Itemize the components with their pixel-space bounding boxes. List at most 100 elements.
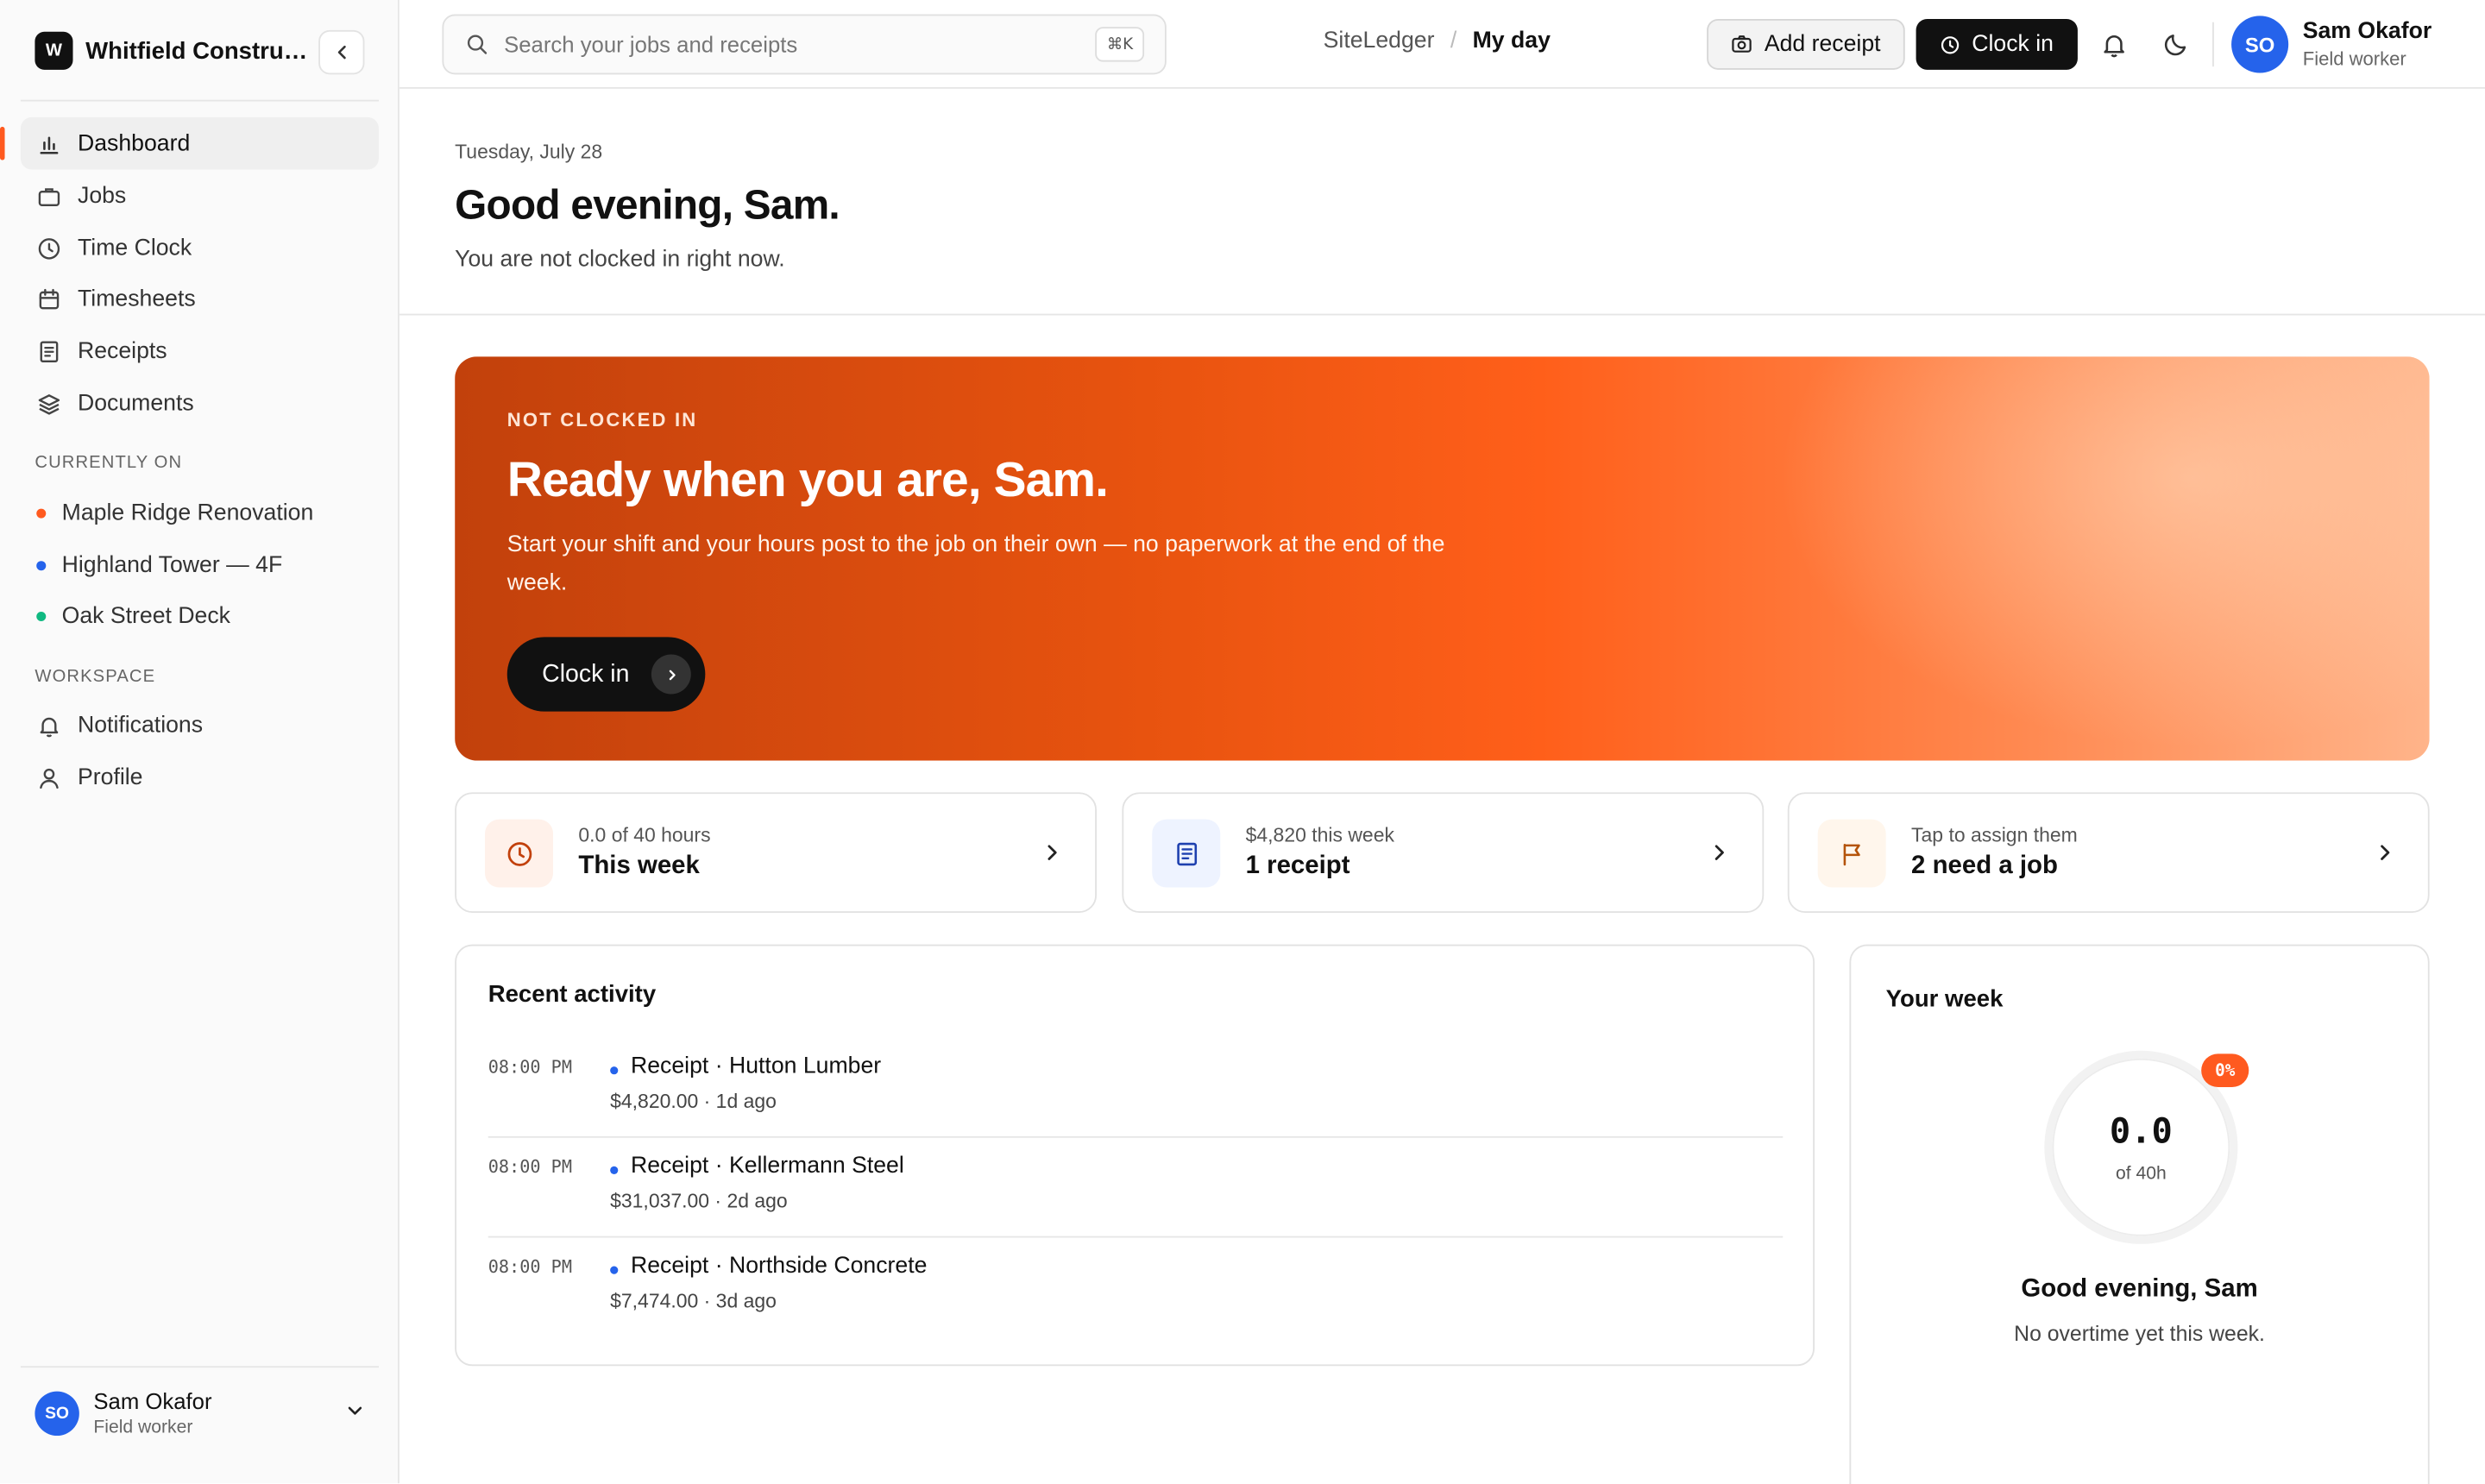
- hero-title: Ready when you are, Sam.: [506, 451, 1109, 507]
- sidebar-item-profile[interactable]: Profile: [21, 751, 379, 804]
- sidebar-user-menu[interactable]: SO Sam Okafor Field worker: [35, 1388, 368, 1437]
- sidebar-job-highland-tower[interactable]: Highland Tower — 4F: [21, 538, 379, 591]
- add-receipt-label: Add receipt: [1764, 31, 1881, 58]
- activity-title: Receipt · Hutton Lumber: [631, 1053, 882, 1079]
- activity-meta: $7,474.00 · 3d ago: [610, 1290, 777, 1312]
- hours-target: of 40h: [2115, 1164, 2167, 1185]
- brand[interactable]: W Whitfield Construction: [35, 31, 314, 70]
- sidebar-item-label: Notifications: [77, 712, 204, 738]
- avatar: SO: [35, 1390, 79, 1436]
- moon-icon[interactable]: [2161, 30, 2190, 59]
- sidebar-item-receipts[interactable]: Receipts: [21, 325, 379, 378]
- chevron-left-icon: [337, 45, 345, 60]
- sidebar-job-oak-street[interactable]: Oak Street Deck: [21, 589, 379, 642]
- hero-description: Start your shift and your hours post to …: [506, 532, 1445, 596]
- hero-button-label: Clock in: [542, 659, 630, 688]
- collapse-sidebar-button[interactable]: [318, 29, 365, 75]
- clock-icon: [36, 236, 61, 261]
- activity-time: 08:00 PM: [488, 1256, 573, 1278]
- sidebar-item-timesheets[interactable]: Timesheets: [21, 273, 379, 325]
- sidebar: W Whitfield Construction Dashboard Jobs …: [0, 0, 399, 1484]
- breadcrumb-current: My day: [1472, 28, 1551, 54]
- hours-value: 0.0: [2109, 1112, 2173, 1153]
- camera-icon: [1732, 35, 1752, 53]
- stat-main: 1 receipt: [1245, 852, 1350, 880]
- sidebar-item-dashboard[interactable]: Dashboard: [0, 116, 379, 170]
- hero-clock-in-button[interactable]: Clock in: [506, 637, 706, 712]
- overtime-note: No overtime yet this week.: [2014, 1321, 2265, 1346]
- clock-icon: [1941, 35, 1960, 53]
- header-divider: [2212, 22, 2214, 67]
- activity-title: Receipt · Northside Concrete: [631, 1253, 928, 1280]
- briefcase-icon: [36, 183, 61, 208]
- job-color-dot: [36, 560, 47, 570]
- job-color-dot: [36, 507, 47, 518]
- user-icon: [36, 764, 61, 789]
- chevron-right-icon: [1714, 845, 1724, 860]
- stat-main: This week: [578, 852, 700, 880]
- add-receipt-button[interactable]: Add receipt: [1707, 19, 1905, 70]
- header-clock-in-button[interactable]: Clock in: [1916, 19, 2078, 70]
- bar-chart-icon: [36, 131, 61, 156]
- clock-in-label: Clock in: [1972, 31, 2054, 58]
- sidebar-job-maple-ridge[interactable]: Maple Ridge Renovation: [21, 487, 379, 539]
- stat-sub: $4,820 this week: [1245, 824, 1394, 846]
- calendar-icon: [36, 286, 61, 311]
- arrow-right-icon: [651, 654, 691, 695]
- stat-card-unassigned[interactable]: Tap to assign them 2 need a job: [1787, 792, 2430, 913]
- search-input[interactable]: [504, 31, 1075, 58]
- stat-sub: Tap to assign them: [1911, 824, 2078, 846]
- activity-dot: [610, 1266, 619, 1274]
- activity-item[interactable]: 08:00 PM Receipt · Northside Concrete $7…: [488, 1237, 1784, 1337]
- app-root: W Whitfield Construction Dashboard Jobs …: [0, 0, 2485, 1484]
- sidebar-item-label: Receipts: [77, 338, 167, 364]
- breadcrumb-separator: /: [1450, 28, 1457, 54]
- chevron-right-icon: [2381, 845, 2390, 860]
- recent-activity-title: Recent activity: [488, 980, 657, 1009]
- stat-card-receipts[interactable]: $4,820 this week 1 receipt: [1122, 792, 1765, 913]
- your-week-card: Your week 0.0 of 40h 0% Good evening, Sa…: [1849, 944, 2430, 1484]
- sidebar-item-notifications[interactable]: Notifications: [21, 699, 379, 751]
- sidebar-item-documents[interactable]: Documents: [21, 377, 379, 430]
- active-indicator: [0, 126, 5, 160]
- sidebar-divider: [20, 99, 379, 102]
- breadcrumb-root[interactable]: SiteLedger: [1324, 28, 1435, 53]
- activity-time: 08:00 PM: [488, 1156, 573, 1178]
- receipt-icon: [36, 338, 61, 363]
- sidebar-item-label: Jobs: [77, 183, 127, 209]
- stat-card-hours[interactable]: 0.0 of 40 hours This week: [455, 792, 1097, 913]
- clock-in-hero-card: NOT CLOCKED IN Ready when you are, Sam. …: [455, 356, 2430, 761]
- sidebar-item-jobs[interactable]: Jobs: [21, 170, 379, 223]
- sidebar-item-label: Highland Tower — 4F: [61, 552, 283, 578]
- sidebar-item-label: Time Clock: [77, 235, 192, 261]
- search-box[interactable]: ⌘K: [442, 14, 1167, 75]
- page-header-divider: [399, 313, 2485, 316]
- sidebar-item-time-clock[interactable]: Time Clock: [21, 222, 379, 274]
- stat-main: 2 need a job: [1911, 852, 2058, 880]
- search-shortcut-badge: ⌘K: [1095, 27, 1145, 62]
- header-user-name: Sam Okafor: [2302, 19, 2432, 45]
- hero-kicker: NOT CLOCKED IN: [506, 408, 698, 431]
- page-title: Good evening, Sam.: [455, 180, 840, 229]
- brand-logo: W: [35, 31, 73, 70]
- bell-icon: [36, 713, 61, 738]
- stat-sub: 0.0 of 40 hours: [578, 824, 711, 846]
- page-date: Tuesday, July 28: [455, 141, 603, 164]
- header-user-menu[interactable]: SO Sam Okafor Field worker: [2231, 16, 2432, 73]
- activity-dot: [610, 1066, 619, 1075]
- sidebar-item-label: Oak Street Deck: [61, 602, 231, 629]
- workspace-heading: WORKSPACE: [35, 667, 156, 687]
- week-greeting: Good evening, Sam: [2021, 1275, 2258, 1303]
- activity-item[interactable]: 08:00 PM Receipt · Hutton Lumber $4,820.…: [488, 1038, 1784, 1138]
- bell-icon[interactable]: [2100, 30, 2129, 59]
- activity-dot: [610, 1166, 619, 1174]
- sidebar-item-label: Profile: [77, 764, 143, 790]
- sidebar-user-role: Field worker: [93, 1418, 193, 1437]
- sidebar-divider: [20, 1366, 379, 1368]
- clock-icon: [485, 819, 554, 888]
- recent-activity-card: Recent activity 08:00 PM Receipt · Hutto…: [455, 944, 1815, 1367]
- chevron-down-icon: [348, 1406, 362, 1415]
- activity-item[interactable]: 08:00 PM Receipt · Kellermann Steel $31,…: [488, 1138, 1784, 1238]
- activity-meta: $31,037.00 · 2d ago: [610, 1190, 788, 1213]
- clock-status-text: You are not clocked in right now.: [455, 247, 785, 273]
